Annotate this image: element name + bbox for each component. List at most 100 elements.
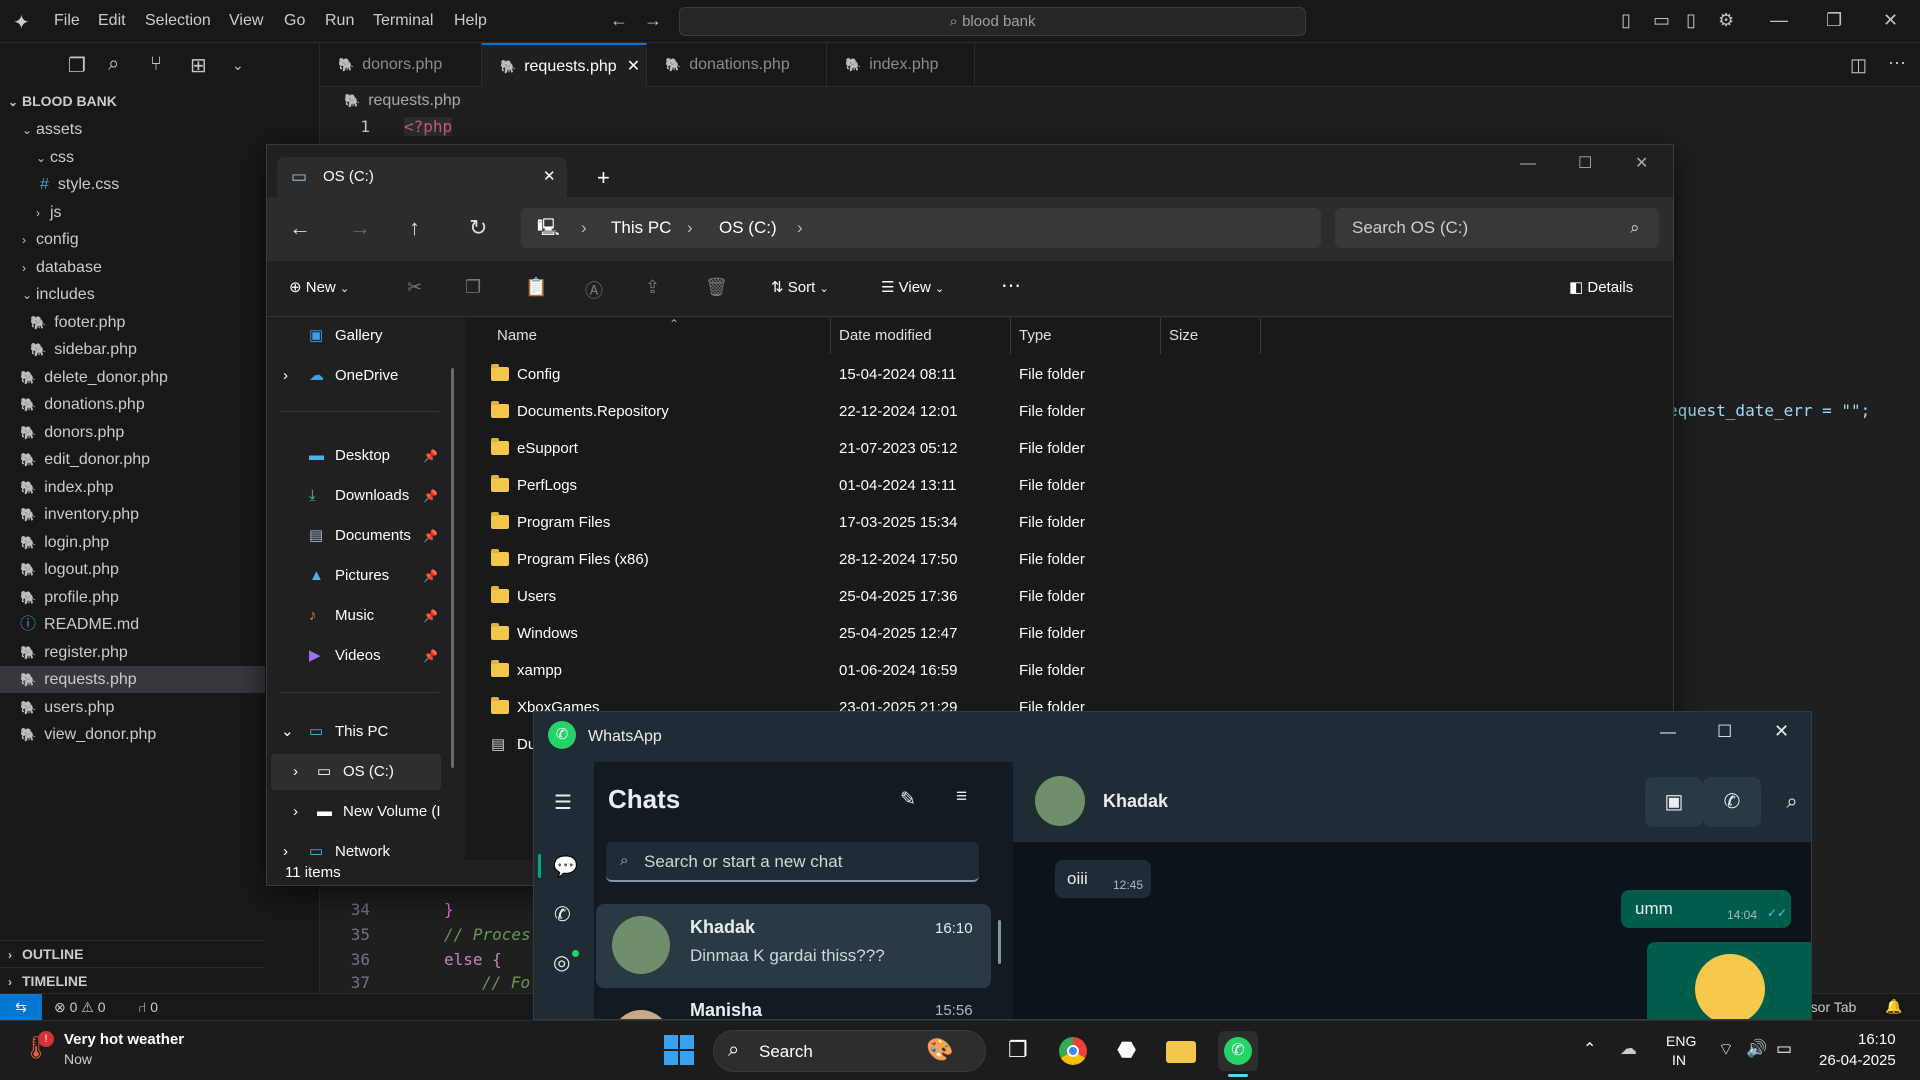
tree-folder-assets[interactable]: ⌄ assets	[0, 116, 265, 143]
file-row[interactable]: Program Files 17-03-2025 15:34 File folder	[465, 504, 1665, 541]
toggle-panel-icon[interactable]: ▭	[1653, 10, 1670, 31]
explorer-search-input[interactable]: Search OS (C:) ⌕	[1335, 208, 1659, 248]
contact-name[interactable]: Khadak	[1103, 791, 1168, 812]
tree-file-index[interactable]: 🐘 index.php	[0, 474, 265, 501]
forward-arrow-icon[interactable]: →	[644, 10, 662, 31]
video-call-button[interactable]: ▣	[1645, 777, 1703, 827]
chat-item-khadak[interactable]: Khadak 16:10 Dinmaa K gardai thiss???	[596, 904, 991, 988]
close-tab-icon[interactable]: ✕	[543, 157, 556, 197]
minimize-icon[interactable]: —	[1520, 155, 1536, 173]
language-primary[interactable]: ENG	[1666, 1033, 1696, 1049]
refresh-icon[interactable]: ↻	[469, 215, 487, 241]
copy-icon[interactable]: ❐	[465, 277, 481, 298]
nav-music[interactable]: ♪ Music 📌	[267, 598, 452, 634]
cloud-offline-icon[interactable]: ☁	[1620, 1039, 1637, 1059]
command-center[interactable]: ⌕ blood bank	[679, 7, 1306, 36]
source-control-icon[interactable]: ⑂	[150, 53, 162, 76]
minimize-icon[interactable]: —	[1770, 10, 1788, 31]
menu-go[interactable]: Go	[284, 12, 305, 30]
restore-icon[interactable]: ❐	[1826, 10, 1842, 31]
file-row[interactable]: xampp 01-06-2024 16:59 File folder	[465, 652, 1665, 689]
breadcrumb[interactable]: 🐘 requests.php	[344, 92, 461, 110]
message-outgoing-sticker[interactable]	[1647, 942, 1811, 1019]
chevron-down-icon[interactable]: ⌄	[232, 57, 244, 74]
tree-file-style[interactable]: # style.css	[0, 171, 265, 198]
tree-folder-includes[interactable]: ⌄ includes	[0, 281, 265, 308]
up-arrow-icon[interactable]: ↑	[409, 215, 420, 241]
close-tab-icon[interactable]: ✕	[627, 58, 640, 75]
nav-os-c[interactable]: › ▭ OS (C:)	[271, 754, 441, 790]
file-row[interactable]: eSupport 21-07-2023 05:12 File folder	[465, 430, 1665, 467]
new-tab-button[interactable]: +	[597, 165, 610, 191]
code-line-35[interactable]: // Proces	[444, 925, 531, 944]
voice-call-button[interactable]: ✆	[1703, 777, 1761, 827]
column-header-type[interactable]: Type	[1011, 318, 1161, 354]
code-line-36[interactable]: else {	[444, 950, 502, 969]
file-explorer-icon[interactable]	[1161, 1031, 1201, 1071]
new-button[interactable]: ⊕ New ⌄	[289, 278, 349, 296]
task-view-icon[interactable]: ❐	[1000, 1031, 1040, 1071]
toggle-sidebar-icon[interactable]: ▯	[1621, 10, 1631, 31]
paste-icon[interactable]: 📋	[525, 277, 547, 298]
menu-selection[interactable]: Selection	[145, 12, 211, 30]
scrollbar[interactable]	[998, 920, 1001, 964]
tree-file-register[interactable]: 🐘 register.php	[0, 639, 265, 666]
more-actions-icon[interactable]: ⋯	[1888, 53, 1906, 74]
menu-edit[interactable]: Edit	[98, 12, 126, 30]
toggle-secondary-sidebar-icon[interactable]: ▯	[1686, 10, 1696, 31]
tree-file-logout[interactable]: 🐘 logout.php	[0, 556, 265, 583]
column-header-name[interactable]: Name ⌃	[489, 317, 831, 354]
tree-folder-css[interactable]: ⌄ css	[0, 144, 265, 171]
file-row[interactable]: Program Files (x86) 28-12-2024 17:50 File …	[465, 541, 1665, 578]
code-line-1[interactable]: <?php	[404, 117, 453, 136]
address-bar[interactable]: 🖳 › This PC › OS (C:) ›	[521, 208, 1321, 248]
explorer-tab[interactable]: ▭ OS (C:) ✕	[277, 157, 567, 197]
tree-file-delete-donor[interactable]: 🐘 delete_donor.php	[0, 364, 265, 391]
tree-file-edit-donor[interactable]: 🐘 edit_donor.php	[0, 446, 265, 473]
column-header-size[interactable]: Size	[1161, 318, 1261, 354]
new-chat-icon[interactable]: ✎	[900, 788, 916, 811]
code-line-37[interactable]: // Fo	[482, 973, 530, 992]
close-icon[interactable]: ✕	[1883, 10, 1898, 31]
split-editor-icon[interactable]: ◫	[1850, 55, 1867, 76]
column-header-date[interactable]: Date modified	[831, 318, 1011, 354]
back-arrow-icon[interactable]: ←	[610, 10, 628, 31]
tab-requests[interactable]: 🐘 requests.php ✕	[482, 43, 647, 87]
file-row[interactable]: PerfLogs 01-04-2024 13:11 File folder	[465, 467, 1665, 504]
nav-desktop[interactable]: ▬ Desktop 📌	[267, 438, 452, 474]
tree-file-profile[interactable]: 🐘 profile.php	[0, 584, 265, 611]
forward-arrow-icon[interactable]: →	[349, 215, 371, 241]
tree-file-donors[interactable]: 🐘 donors.php	[0, 419, 265, 446]
nav-documents[interactable]: ▤ Documents 📌	[267, 518, 452, 554]
clock-date[interactable]: 26-04-2025	[1819, 1052, 1896, 1069]
cut-icon[interactable]: ✂	[407, 277, 422, 298]
scrollbar[interactable]	[451, 368, 454, 768]
nav-onedrive[interactable]: › ☁ OneDrive	[267, 358, 452, 394]
sort-button[interactable]: ⇅ Sort ⌄	[771, 278, 829, 296]
nav-downloads[interactable]: ⤓ Downloads 📌	[267, 478, 452, 514]
breadcrumb-this-pc[interactable]: This PC	[611, 208, 671, 248]
delete-icon[interactable]: 🗑	[705, 277, 728, 298]
rename-icon[interactable]: Ⓐ	[585, 277, 603, 303]
whatsapp-taskbar-icon[interactable]: ✆	[1218, 1031, 1258, 1071]
extensions-icon[interactable]: ⊞	[190, 53, 207, 78]
menu-icon[interactable]: ☰	[554, 790, 572, 815]
terminal-app-icon[interactable]: ⬣	[1107, 1031, 1147, 1071]
view-button[interactable]: ☰ View ⌄	[881, 278, 944, 296]
more-options-icon[interactable]: ⋯	[1001, 273, 1021, 298]
tree-folder-database[interactable]: › database	[0, 254, 265, 281]
bell-icon[interactable]: 🔔	[1885, 998, 1902, 1015]
tree-file-sidebar[interactable]: 🐘 sidebar.php	[0, 336, 265, 363]
errors-indicator[interactable]: ⊗ 0 ⚠ 0	[54, 999, 106, 1016]
tree-file-inventory[interactable]: 🐘 inventory.php	[0, 501, 265, 528]
file-row[interactable]: Users 25-04-2025 17:36 File folder	[465, 578, 1665, 615]
tree-file-footer[interactable]: 🐘 footer.php	[0, 309, 265, 336]
file-row[interactable]: Documents.Repository 22-12-2024 12:01 File…	[465, 393, 1665, 430]
chats-icon[interactable]: 💬	[553, 854, 578, 879]
back-arrow-icon[interactable]: ←	[289, 215, 311, 241]
files-icon[interactable]: ❐	[68, 53, 86, 78]
file-row[interactable]: Config 15-04-2024 08:11 File folder	[465, 356, 1665, 393]
wifi-icon[interactable]: ⌔	[1718, 1039, 1734, 1060]
menu-view[interactable]: View	[229, 12, 263, 30]
details-button[interactable]: ◧ Details	[1569, 278, 1633, 296]
